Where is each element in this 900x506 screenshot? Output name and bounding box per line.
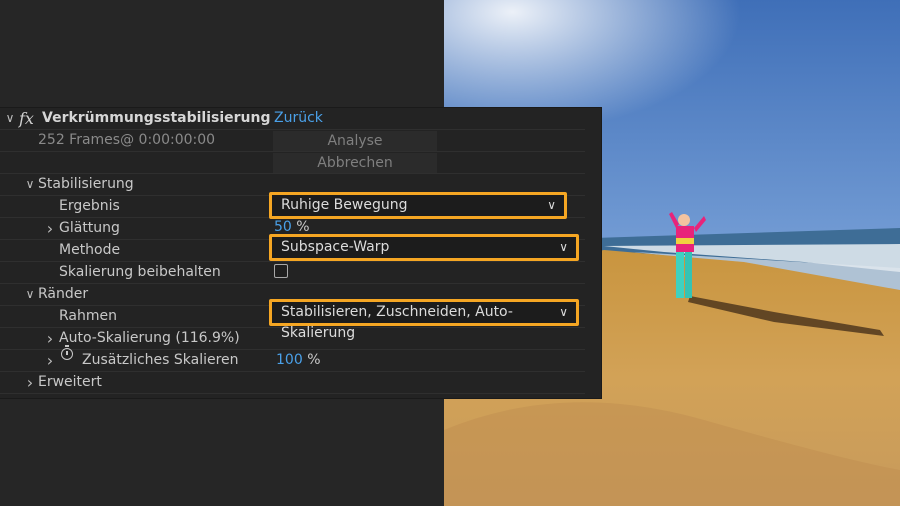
chevron-right-icon[interactable] — [24, 372, 36, 395]
stopwatch-icon[interactable] — [61, 345, 73, 360]
chevron-down-icon: ∨ — [559, 305, 568, 319]
analyze-button[interactable]: Analyse — [273, 131, 437, 151]
preserve-scale-row: Skalierung beibehalten — [0, 262, 585, 284]
cancel-button[interactable]: Abbrechen — [273, 153, 437, 173]
chevron-down-icon: ∨ — [559, 240, 568, 254]
effect-controls-panel: fx Verkrümmungsstabilisierung Zurück 252… — [0, 108, 601, 398]
additional-scale-label: Zusätzliches Skalieren — [82, 352, 239, 368]
frames-info: 252 Frames@ 0:00:00:00 — [38, 132, 216, 148]
auto-scale-row: Auto-Skalierung (116.9%) — [0, 328, 585, 350]
chevron-right-icon[interactable] — [44, 218, 56, 241]
section-advanced[interactable]: Erweitert — [0, 372, 585, 394]
additional-scale-value[interactable]: 100 — [276, 352, 303, 368]
result-dropdown-value: Ruhige Bewegung — [281, 197, 408, 213]
chevron-right-icon[interactable] — [44, 350, 56, 373]
chevron-right-icon[interactable] — [44, 328, 56, 351]
smoothness-label: Glättung — [59, 220, 120, 236]
result-label: Ergebnis — [59, 198, 120, 214]
effect-header-row[interactable]: fx Verkrümmungsstabilisierung Zurück — [0, 108, 585, 130]
framing-dropdown[interactable]: Stabilisieren, Zuschneiden, Auto-Skalier… — [269, 299, 579, 341]
chevron-down-icon[interactable] — [4, 108, 16, 129]
section-borders-label: Ränder — [38, 286, 89, 302]
smoothness-unit: % — [296, 219, 310, 235]
reset-link[interactable]: Zurück — [274, 108, 323, 129]
method-dropdown-value: Subspace-Warp — [281, 239, 390, 255]
preserve-scale-label: Skalierung beibehalten — [59, 264, 221, 280]
additional-scale-value-group[interactable]: 100 % — [276, 350, 321, 371]
auto-scale-label: Auto-Skalierung (116.9%) — [59, 330, 240, 346]
result-dropdown[interactable]: Ruhige Bewegung ∨ — [269, 192, 567, 219]
chevron-down-icon: ∨ — [547, 198, 556, 212]
chevron-down-icon[interactable] — [24, 174, 36, 195]
additional-scale-row: Zusätzliches Skalieren 100 % — [0, 350, 585, 372]
preserve-scale-checkbox[interactable] — [274, 264, 288, 278]
effect-name: Verkrümmungsstabilisierung — [42, 110, 271, 126]
framing-label: Rahmen — [59, 308, 117, 324]
section-advanced-label: Erweitert — [38, 374, 102, 390]
additional-scale-unit: % — [307, 352, 321, 368]
section-stabilization-label: Stabilisierung — [38, 176, 134, 192]
method-label: Methode — [59, 242, 121, 258]
smoothness-value[interactable]: 50 — [274, 219, 292, 235]
chevron-down-icon[interactable] — [24, 284, 36, 305]
method-dropdown[interactable]: Subspace-Warp ∨ — [269, 234, 579, 261]
fx-icon: fx — [19, 109, 34, 128]
